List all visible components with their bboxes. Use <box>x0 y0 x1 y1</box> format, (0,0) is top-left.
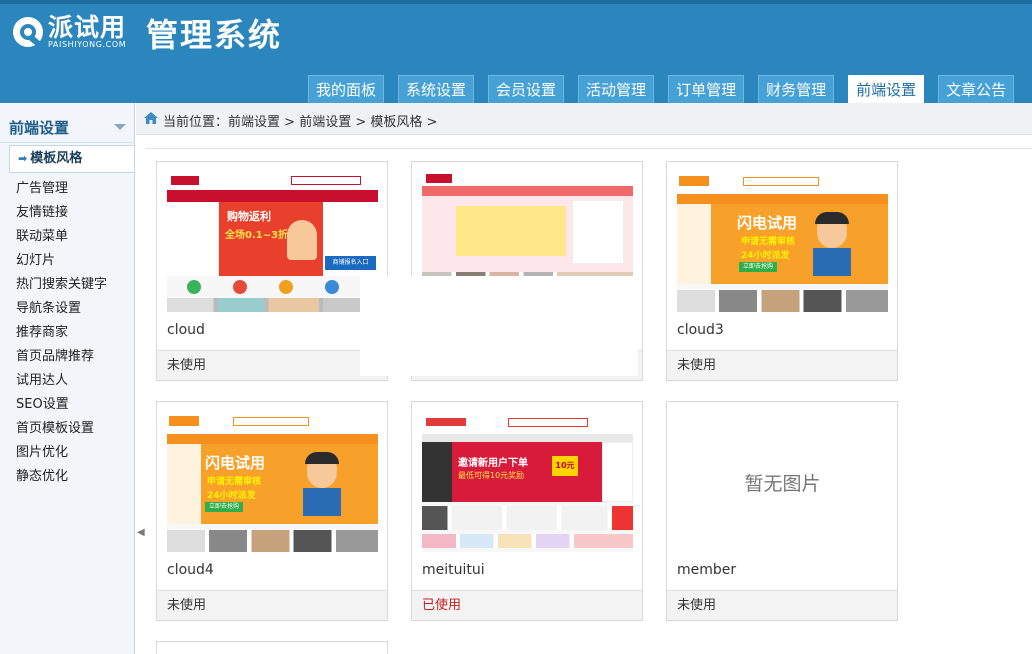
tab-frontend-settings[interactable]: 前端设置 <box>848 75 925 103</box>
sidebar-item-trial-experts[interactable]: 试用达人 <box>16 369 107 393</box>
sidebar-menu: 广告管理 友情链接 联动菜单 幻灯片 热门搜索关键字 导航条设置 推荐商家 首页… <box>16 177 107 489</box>
template-name: cloud4 <box>167 562 214 578</box>
template-name: cloud <box>167 322 205 338</box>
sidebar-item-label: 模板风格 <box>30 151 83 166</box>
thumb-headline: 闪电试用 <box>737 214 798 232</box>
template-status: 未使用 <box>667 590 897 620</box>
thumb-subline: 申请无需审核 <box>741 237 796 247</box>
sidebar-item-home-brands[interactable]: 首页品牌推荐 <box>16 345 107 369</box>
template-preview-image: 购物返利 全场0.1~3折 商铺报名入口 <box>167 172 378 312</box>
thumb-button: 立即去抢购 <box>205 502 243 512</box>
thumb-side-button: 商铺报名入口 <box>325 256 376 270</box>
template-status: 未使用 <box>667 350 897 380</box>
tab-order-management[interactable]: 订单管理 <box>668 75 745 103</box>
thumb-subline: 申请无需审核 <box>207 477 262 487</box>
no-image-placeholder: 暂无图片 <box>677 412 888 552</box>
breadcrumb: 当前位置：前端设置前端设置模板风格 <box>163 111 437 130</box>
template-preview-image: 闪电试用 申请无需审核 24小时派发 立即去抢购 <box>167 412 378 552</box>
sidebar-item-recommended-merchants[interactable]: 推荐商家 <box>16 321 107 345</box>
template-card-cloud4[interactable]: 闪电试用 申请无需审核 24小时派发 立即去抢购 cloud4 未使用 <box>156 401 388 621</box>
thumb-coupon: 10元 <box>552 456 578 476</box>
sidebar-item-hot-keywords[interactable]: 热门搜索关键字 <box>16 273 107 297</box>
content-divider <box>146 148 1032 149</box>
template-card-meituitui[interactable]: 邀请新用户下单 最低可得10元奖励 10元 meituitui 已使用 <box>411 401 643 621</box>
template-card-cloud[interactable]: 购物返利 全场0.1~3折 商铺报名入口 cloud 未使用 <box>156 161 388 381</box>
sidebar-item-image-optimization[interactable]: 图片优化 <box>16 441 107 465</box>
tab-member-settings[interactable]: 会员设置 <box>488 75 565 103</box>
template-card-next[interactable] <box>156 641 388 654</box>
sidebar-item-linkage-menu[interactable]: 联动菜单 <box>16 225 107 249</box>
logo-chinese-text: 派试用 <box>48 13 127 42</box>
collapse-sidebar-icon[interactable]: ◀ <box>137 527 145 538</box>
template-name: cloud3 <box>677 322 724 338</box>
header-top-border <box>0 0 1032 4</box>
site-logo[interactable]: 派试用 PAISHIYONG.COM <box>12 14 126 50</box>
sidebar-item-navbar-settings[interactable]: 导航条设置 <box>16 297 107 321</box>
breadcrumb-item[interactable]: 前端设置 <box>280 115 351 130</box>
breadcrumb-item[interactable]: 模板风格 <box>351 115 437 130</box>
template-card-member[interactable]: 暂无图片 member 未使用 <box>666 401 898 621</box>
sidebar-item-seo-settings[interactable]: SEO设置 <box>16 393 107 417</box>
arrow-right-icon: ➡ <box>18 152 28 165</box>
thumb-subline: 全场0.1~3折 <box>225 230 289 241</box>
sidebar-title: 前端设置 <box>9 119 70 137</box>
template-preview-image: 邀请新用户下单 最低可得10元奖励 10元 <box>422 412 633 552</box>
breadcrumb-item: 当前位置：前端设置 <box>163 115 281 130</box>
template-status: 已使用 <box>412 590 642 620</box>
template-name: member <box>677 562 737 578</box>
logo-icon <box>12 16 44 48</box>
sidebar-header[interactable]: 前端设置 <box>0 111 134 143</box>
template-name: meituitui <box>422 562 485 578</box>
tab-finance-management[interactable]: 财务管理 <box>758 75 835 103</box>
template-preview-image: 暂无图片 <box>677 412 888 552</box>
sidebar: 前端设置 ➡ 模板风格 广告管理 友情链接 联动菜单 幻灯片 热门搜索关键字 导航… <box>0 103 135 654</box>
breadcrumb-bar: 当前位置：前端设置前端设置模板风格 <box>136 103 1032 135</box>
top-header: 派试用 PAISHIYONG.COM 管理系统 我的面板 系统设置 会员设置 活… <box>0 0 1032 103</box>
thumb-subline: 24小时派发 <box>741 251 790 261</box>
thumb-subline: 最低可得10元奖励 <box>458 471 525 480</box>
thumb-headline: 邀请新用户下单 <box>458 458 528 469</box>
chevron-down-icon[interactable] <box>114 124 126 130</box>
thumb-headline: 闪电试用 <box>205 454 266 472</box>
tab-dashboard[interactable]: 我的面板 <box>308 75 385 103</box>
sidebar-item-friend-links[interactable]: 友情链接 <box>16 201 107 225</box>
thumb-button: 立即去抢购 <box>739 262 777 272</box>
sidebar-item-home-template-settings[interactable]: 首页模板设置 <box>16 417 107 441</box>
loading-overlay <box>360 276 638 376</box>
tab-article-notice[interactable]: 文章公告 <box>938 75 1015 103</box>
sidebar-item-template-style[interactable]: ➡ 模板风格 <box>9 145 134 173</box>
home-icon[interactable] <box>144 112 158 124</box>
sidebar-item-ad-management[interactable]: 广告管理 <box>16 177 107 201</box>
logo-english-text: PAISHIYONG.COM <box>48 40 127 49</box>
template-preview-image: 闪电试用 申请无需审核 24小时派发 立即去抢购 <box>677 172 888 312</box>
tab-activity-management[interactable]: 活动管理 <box>578 75 655 103</box>
main-nav: 我的面板 系统设置 会员设置 活动管理 订单管理 财务管理 前端设置 文章公告 <box>308 75 1028 103</box>
tab-system-settings[interactable]: 系统设置 <box>398 75 475 103</box>
system-title: 管理系统 <box>146 16 283 54</box>
thumb-subline: 24小时派发 <box>207 491 256 501</box>
sidebar-item-static-optimization[interactable]: 静态优化 <box>16 465 107 489</box>
template-status: 未使用 <box>157 590 387 620</box>
sidebar-item-slideshow[interactable]: 幻灯片 <box>16 249 107 273</box>
template-status: 未使用 <box>157 350 387 380</box>
template-card-cloud3[interactable]: 闪电试用 申请无需审核 24小时派发 立即去抢购 cloud3 未使用 <box>666 161 898 381</box>
thumb-headline: 购物返利 <box>227 210 271 223</box>
